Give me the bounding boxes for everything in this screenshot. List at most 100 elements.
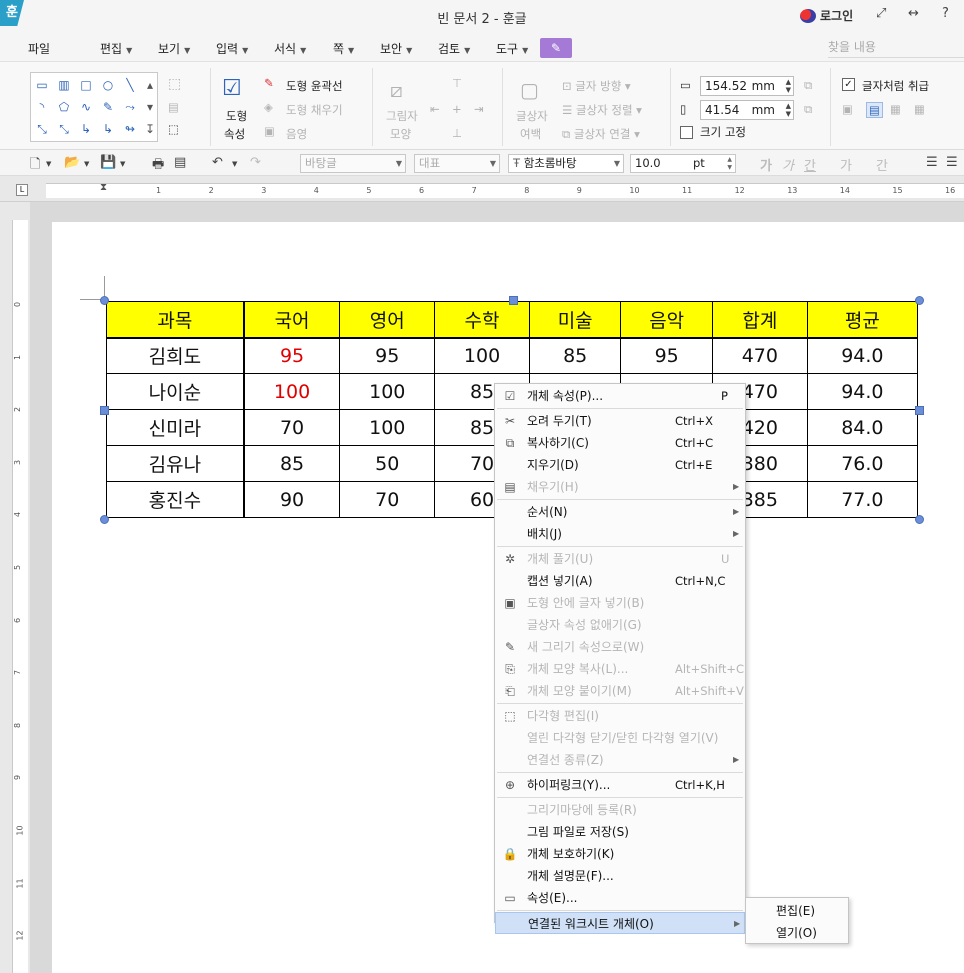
italic-button[interactable]: 가 xyxy=(782,155,794,174)
resize-handle[interactable] xyxy=(509,296,518,305)
wrap-square-icon[interactable]: ▣ xyxy=(842,102,853,116)
shape-properties-label-2[interactable]: 속성 xyxy=(224,126,245,142)
chevron-up-icon[interactable]: ▴ xyxy=(141,77,159,93)
resize-handle[interactable] xyxy=(100,515,109,524)
chevron-down-icon[interactable]: ▼ xyxy=(46,160,51,168)
new-document-icon[interactable]: 🗋 xyxy=(30,155,40,177)
menu-insert[interactable]: 입력 ▼ xyxy=(216,40,248,57)
chevron-down-icon[interactable]: ▼ xyxy=(84,160,89,168)
align-top-icon[interactable]: ⊤ xyxy=(452,76,462,90)
width-spinner-icon[interactable]: ▲ ▼ xyxy=(786,78,791,94)
bold-button[interactable]: 가 xyxy=(760,155,772,174)
text-direction-button[interactable]: ⊡ 글자 방향 ▾ xyxy=(562,78,631,94)
menu-security[interactable]: 보안 ▼ xyxy=(380,40,412,57)
table-cell[interactable]: 85 xyxy=(528,337,622,374)
table-cell[interactable]: 신미라 xyxy=(105,409,245,446)
wrap-behind-icon[interactable]: ▦ xyxy=(890,102,901,116)
curve-icon[interactable]: ∿ xyxy=(77,99,95,115)
table-cell[interactable]: 94.0 xyxy=(806,337,919,374)
menu-tools[interactable]: 도구 ▼ xyxy=(496,40,528,57)
elbow-connector-icon[interactable]: ↳ xyxy=(99,121,117,137)
menu-review[interactable]: 검토 ▼ xyxy=(438,40,470,57)
split-view-icon[interactable]: ↔ xyxy=(908,6,919,21)
resize-handle[interactable] xyxy=(100,406,109,415)
wrap-front-icon[interactable]: ▦ xyxy=(914,102,925,116)
align-right-icon[interactable]: ⇥ xyxy=(474,102,484,116)
picture-shape-label-2[interactable]: 모양 xyxy=(390,126,411,142)
chevron-down-icon[interactable]: ▼ xyxy=(120,160,125,168)
table-header-cell[interactable]: 국어 xyxy=(243,301,341,339)
font-size-field[interactable]: 10.0 pt ▲ ▼ xyxy=(630,154,736,173)
align-justify-icon[interactable]: ☰ xyxy=(926,155,938,170)
submenu-item-open[interactable]: 열기(O) xyxy=(746,922,848,944)
textbox-link-button[interactable]: ⧉ 글상자 연결 ▾ xyxy=(562,126,640,142)
table-cell[interactable]: 김유나 xyxy=(105,445,245,482)
table-header-cell[interactable]: 합계 xyxy=(711,301,808,339)
horizontal-ruler[interactable]: 1 2 3 4 5 6 7 8 9 10 11 12 13 14 15 16 ⧗ xyxy=(0,176,964,202)
table-cell[interactable]: 70 xyxy=(243,409,341,446)
context-menu-item[interactable]: ⊕ 하이퍼링크(Y)... Ctrl+K,H xyxy=(495,774,745,796)
table-header-cell[interactable]: 영어 xyxy=(339,301,436,339)
table-header-cell[interactable]: 미술 xyxy=(528,301,622,339)
arc-icon[interactable]: ◝ xyxy=(33,99,51,115)
table-header-cell[interactable]: 과목 xyxy=(105,301,245,339)
table-cell[interactable]: 나이순 xyxy=(105,373,245,410)
align-left-icon[interactable]: ⇤ xyxy=(430,102,440,116)
context-menu-item[interactable]: 순서(N) ▶ xyxy=(495,501,745,523)
table-cell[interactable]: 50 xyxy=(339,445,436,482)
shadow-button[interactable]: 음영 xyxy=(286,126,307,142)
context-menu-item[interactable]: 그림 파일로 저장(S) xyxy=(495,821,745,843)
menu-format[interactable]: 서식 ▼ xyxy=(274,40,306,57)
table-cell[interactable]: 김희도 xyxy=(105,337,245,374)
font-color-button[interactable]: 가 xyxy=(840,155,852,174)
table-header-cell[interactable]: 수학 xyxy=(434,301,530,339)
table-cell[interactable]: 70 xyxy=(339,481,436,518)
tab-stop-icon[interactable]: L xyxy=(16,184,28,196)
height-spinner-icon[interactable]: ▲ ▼ xyxy=(786,102,791,118)
table-cell[interactable]: 470 xyxy=(711,337,808,374)
highlight-button[interactable]: 간 xyxy=(876,155,888,174)
fullscreen-icon[interactable]: ⤢ xyxy=(876,6,886,21)
shape-fill-button[interactable]: 도형 채우기 xyxy=(286,102,343,118)
shape-properties-label-1[interactable]: 도형 xyxy=(226,108,247,124)
underline-button[interactable]: 간 xyxy=(804,155,816,174)
context-menu-item[interactable]: 🔒 개체 보호하기(K) xyxy=(495,843,745,865)
table-cell[interactable]: 84.0 xyxy=(806,409,919,446)
connector-icon[interactable]: ⤡ xyxy=(33,121,51,137)
textbox-margin-label-2[interactable]: 여백 xyxy=(520,126,541,142)
print-preview-icon[interactable]: ▤ xyxy=(174,155,186,170)
table-cell[interactable]: 76.0 xyxy=(806,445,919,482)
treat-as-char-checkbox[interactable]: ✓ xyxy=(842,78,855,91)
resize-handle[interactable] xyxy=(915,406,924,415)
font-select[interactable]: Ŧ 함초롬바탕 ▼ xyxy=(508,154,624,173)
wrap-top-bottom-icon[interactable]: ▤ xyxy=(866,102,883,118)
table-header-cell[interactable]: 음악 xyxy=(620,301,713,339)
shape-properties-icon[interactable]: ☑ xyxy=(222,76,242,101)
barcode-icon[interactable]: ▥ xyxy=(55,77,73,93)
align-left-icon[interactable]: ☰ xyxy=(946,155,958,170)
picture-shape-label-1[interactable]: 그림자 xyxy=(386,108,418,124)
lock-ratio-icon[interactable]: ⧉ xyxy=(804,102,812,117)
chevron-down-icon[interactable]: ▾ xyxy=(141,99,159,115)
textbox-align-button[interactable]: ☰ 글상자 정렬 ▾ xyxy=(562,102,642,118)
table-cell[interactable]: 100 xyxy=(339,373,436,410)
drawing-tools-tab-icon[interactable]: ✎ xyxy=(540,38,572,58)
table-cell[interactable]: 95 xyxy=(243,337,341,374)
width-field[interactable]: 154.52 mm ▲ ▼ xyxy=(700,76,794,96)
context-menu-item[interactable]: ☑ 개체 속성(P)... P xyxy=(495,385,745,407)
pen-icon[interactable]: ✎ xyxy=(99,99,117,115)
textbox-icon[interactable]: ▤ xyxy=(168,100,179,114)
height-field[interactable]: 41.54 mm ▲ ▼ xyxy=(700,100,794,120)
square-icon[interactable]: □ xyxy=(77,77,95,93)
align-center-icon[interactable]: + xyxy=(452,102,462,116)
indent-marker-icon[interactable]: ⧗ xyxy=(100,182,107,193)
menu-page[interactable]: 쪽 ▼ xyxy=(333,40,354,57)
fix-size-checkbox[interactable] xyxy=(680,126,693,139)
rectangle-icon[interactable]: ▭ xyxy=(33,77,51,93)
table-cell[interactable]: 94.0 xyxy=(806,373,919,410)
context-menu-item[interactable]: 캡션 넣기(A) Ctrl+N,C xyxy=(495,570,745,592)
redo-icon[interactable]: ↷ xyxy=(250,155,261,170)
table-row[interactable]: 김희도 95 95 100 85 95 470 94.0 xyxy=(105,337,919,374)
select-object-icon[interactable]: ⬚ xyxy=(168,76,181,92)
table-cell[interactable]: 95 xyxy=(339,337,436,374)
